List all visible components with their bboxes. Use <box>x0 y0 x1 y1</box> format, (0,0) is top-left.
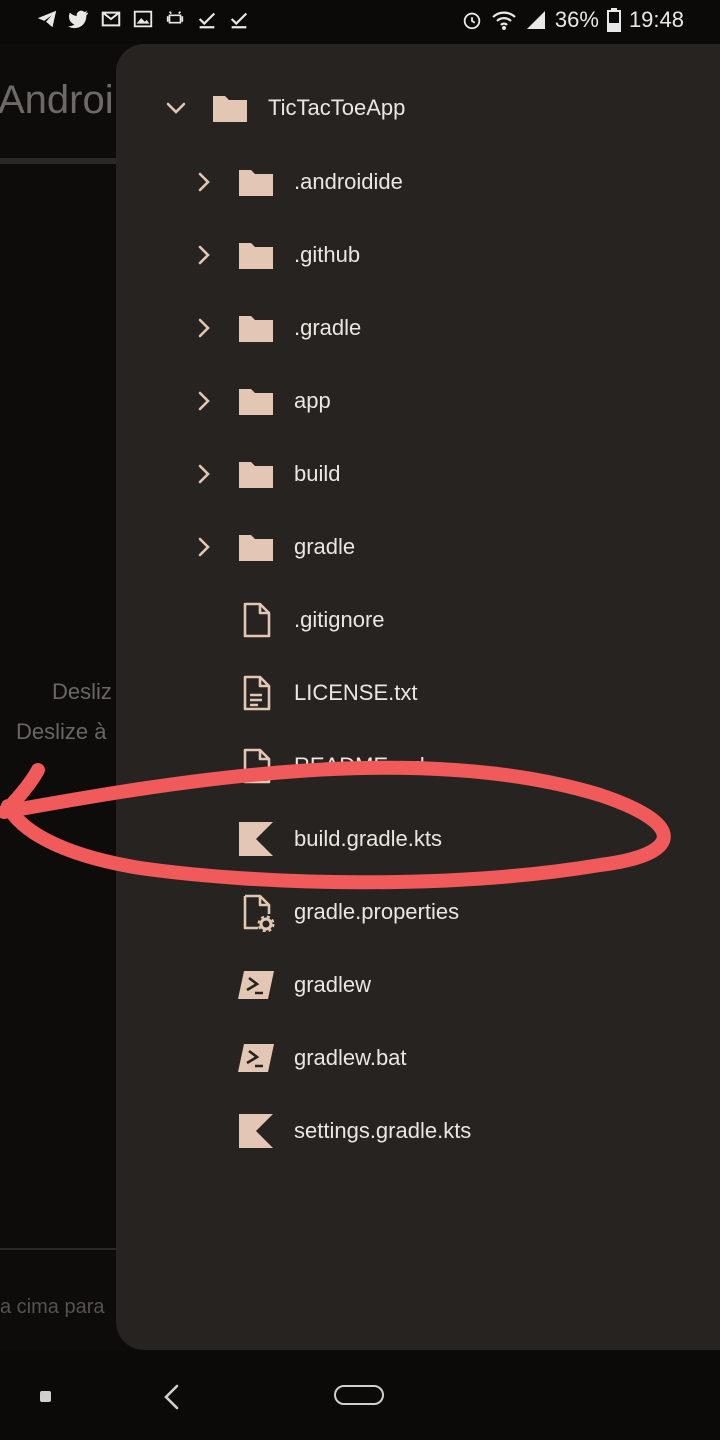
hint-text: Deslize à <box>16 719 107 744</box>
tree-file-item[interactable]: gradlew <box>116 955 720 1015</box>
gallery-icon <box>133 10 153 28</box>
tree-root-folder[interactable]: TicTacToeApp <box>116 78 720 138</box>
chevron-right-icon[interactable] <box>192 462 216 486</box>
divider <box>0 1248 120 1250</box>
chevron-right-icon[interactable] <box>192 389 216 413</box>
tree-file-item[interactable]: gradle.properties <box>116 882 720 942</box>
chevron-right-icon[interactable] <box>192 535 216 559</box>
tree-file-item[interactable]: settings.gradle.kts <box>116 1101 720 1161</box>
tree-folder-item[interactable]: app <box>116 371 720 431</box>
file-tree-label: TicTacToeApp <box>268 95 406 120</box>
check-icon <box>198 12 216 29</box>
file-icon <box>236 746 276 786</box>
system-status: 36% 19:48 <box>461 7 684 33</box>
back-button[interactable] <box>158 1382 188 1412</box>
file-icon <box>236 600 276 640</box>
file-tree-label: .github <box>294 242 361 267</box>
file-tree-label: build <box>294 461 341 486</box>
folder-icon <box>236 308 276 348</box>
twitter-icon <box>68 10 89 29</box>
settings-file-icon <box>236 892 276 933</box>
hint-text: Desliz <box>52 679 112 704</box>
text-file-icon <box>236 673 276 713</box>
cell-signal-icon <box>526 11 545 29</box>
tree-file-item[interactable]: build.gradle.kts <box>116 809 720 869</box>
divider <box>0 158 120 164</box>
folder-icon <box>236 381 276 421</box>
chevron-right-icon[interactable] <box>192 316 216 340</box>
folder-icon <box>236 162 276 202</box>
footer-hint: a cima para <box>0 1296 105 1318</box>
file-tree-label: gradle.properties <box>294 899 460 924</box>
telegram-icon <box>37 10 57 28</box>
tree-file-item[interactable]: LICENSE.txt <box>116 663 720 723</box>
tree-folder-item[interactable]: .gradle <box>116 298 720 358</box>
kotlin-icon <box>236 1111 276 1151</box>
folder-icon <box>236 235 276 275</box>
terminal-icon <box>236 1038 276 1078</box>
file-tree-label: .gradle <box>294 315 362 340</box>
file-tree-label: .androidide <box>294 169 403 194</box>
tree-folder-item[interactable]: .androidide <box>116 152 720 212</box>
wifi-icon <box>492 11 516 30</box>
file-tree-drawer: TicTacToeApp .androidide .github .gradle app… <box>116 44 720 1350</box>
file-tree-label: gradle <box>294 534 356 559</box>
kotlin-icon <box>236 819 276 859</box>
check-icon <box>230 12 248 29</box>
status-bar: 36% 19:48 <box>0 0 720 44</box>
app-title: Androi <box>0 78 114 122</box>
android-debug-icon <box>166 11 184 24</box>
clock: 19:48 <box>628 7 684 32</box>
gmail-icon <box>101 11 121 27</box>
recents-button[interactable] <box>40 1391 51 1402</box>
file-tree-label: LICENSE.txt <box>294 680 418 705</box>
chevron-right-icon[interactable] <box>192 243 216 267</box>
folder-icon <box>236 454 276 494</box>
alarm-icon <box>463 12 481 30</box>
chevron-right-icon[interactable] <box>192 170 216 194</box>
file-tree-label: README.md <box>294 753 425 778</box>
file-tree-label: gradlew <box>294 972 372 997</box>
home-button[interactable] <box>334 1385 384 1405</box>
file-tree-label: build.gradle.kts <box>294 826 442 851</box>
tree-folder-item[interactable]: build <box>116 444 720 504</box>
tree-folder-item[interactable]: gradle <box>116 517 720 577</box>
file-tree-label: settings.gradle.kts <box>294 1118 472 1143</box>
tree-file-item[interactable]: README.md <box>116 736 720 796</box>
battery-percent: 36% <box>554 7 599 32</box>
terminal-icon <box>236 965 276 1005</box>
file-tree-label: app <box>294 388 331 413</box>
tree-folder-item[interactable]: .github <box>116 225 720 285</box>
file-tree-label: .gitignore <box>294 607 385 632</box>
file-tree-label: gradlew.bat <box>294 1045 407 1070</box>
chevron-down-icon[interactable] <box>164 96 188 120</box>
tree-file-item[interactable]: gradlew.bat <box>116 1028 720 1088</box>
folder-icon <box>210 88 250 128</box>
battery-icon <box>606 8 621 32</box>
notification-icons <box>36 8 250 30</box>
folder-icon <box>236 527 276 567</box>
tree-file-item[interactable]: .gitignore <box>116 590 720 650</box>
